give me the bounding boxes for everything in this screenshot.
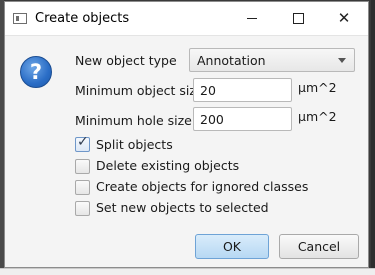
background-app-edge-right [371,0,375,275]
create-objects-dialog: Create objects ✕ ? New object type Annot… [4,1,369,268]
set-selected-label: Set new objects to selected [96,200,269,215]
set-selected-checkbox[interactable] [75,201,90,216]
ok-button[interactable]: OK [195,234,269,259]
min-object-size-label: Minimum object size [75,83,204,98]
maximize-button[interactable] [275,2,321,35]
split-objects-label: Split objects [96,137,173,152]
min-hole-size-label: Minimum hole size [75,113,192,128]
close-icon: ✕ [337,9,351,27]
question-icon: ? [20,56,52,88]
window-title: Create objects [35,11,130,26]
maximize-icon [292,13,304,24]
close-button[interactable]: ✕ [321,2,367,35]
object-type-value: Annotation [197,53,266,68]
cancel-button[interactable]: Cancel [279,234,359,259]
chevron-down-icon [338,58,346,63]
min-object-size-unit: µm^2 [298,80,337,95]
min-object-size-input[interactable] [193,78,292,102]
object-type-dropdown[interactable]: Annotation [189,48,355,72]
background-app-bottom [0,268,375,275]
delete-existing-objects-label: Delete existing objects [96,158,240,173]
split-objects-checkbox[interactable]: ✓ [75,134,90,152]
title-bar: Create objects ✕ [5,2,368,36]
min-hole-size-input[interactable] [193,107,292,131]
ignored-classes-label: Create objects for ignored classes [96,179,309,194]
check-icon: ✓ [77,134,89,150]
object-type-label: New object type [75,53,177,68]
delete-existing-objects-checkbox[interactable] [75,159,90,174]
minimize-icon [247,18,257,19]
window-icon [13,13,27,24]
minimize-button[interactable] [229,2,275,35]
min-hole-size-unit: µm^2 [298,109,337,124]
ignored-classes-checkbox[interactable] [75,180,90,195]
